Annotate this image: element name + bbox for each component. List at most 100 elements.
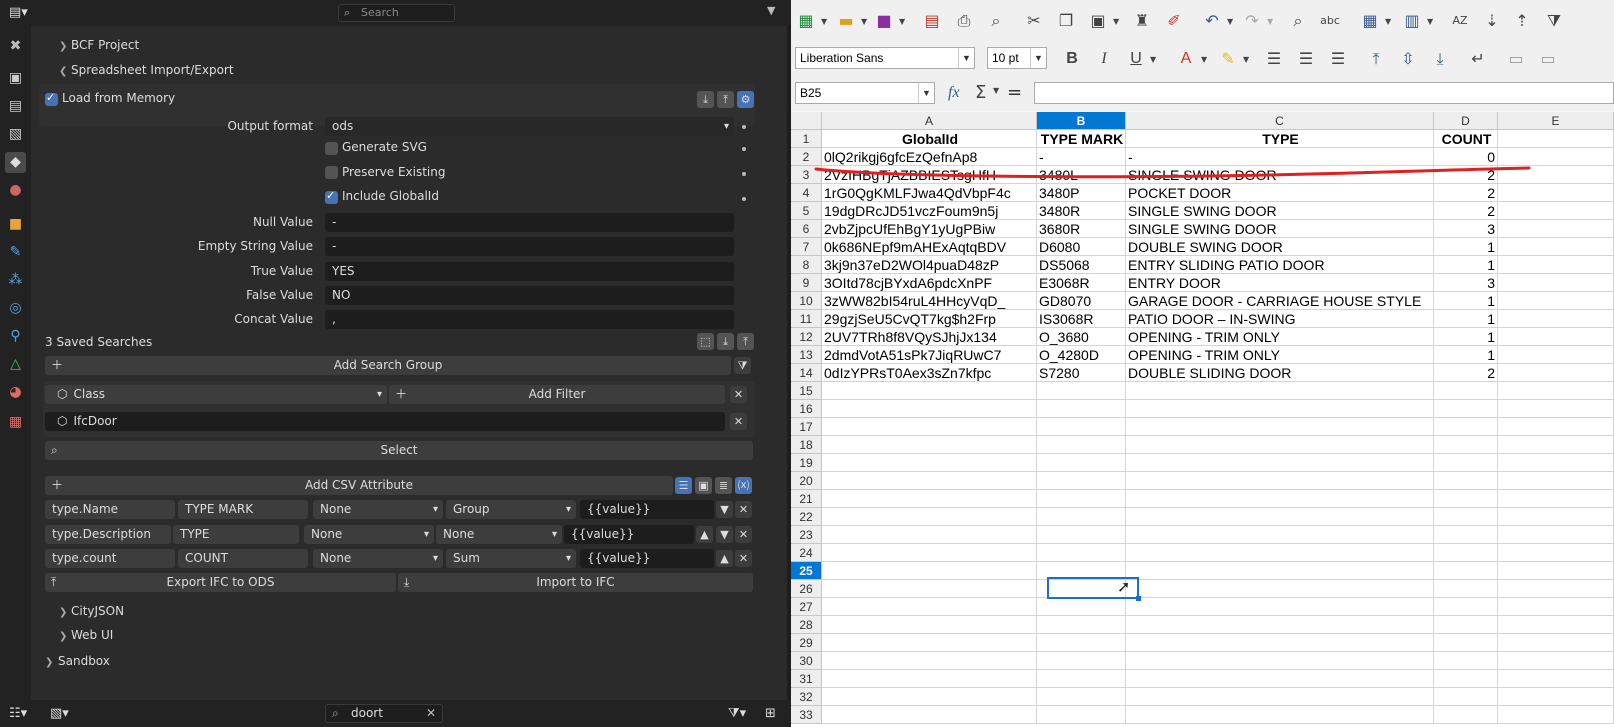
empty-cell[interactable] — [1498, 274, 1614, 292]
data-cell[interactable]: O_4280D — [1037, 346, 1126, 364]
unmerge-cells-icon[interactable]: ▭ — [1537, 48, 1559, 70]
bcf-project-header[interactable]: BCF Project — [71, 38, 139, 52]
empty-cell[interactable] — [1498, 166, 1614, 184]
chevron-right-icon[interactable]: ❯ — [45, 657, 53, 668]
empty-cell[interactable] — [1498, 328, 1614, 346]
empty-cell[interactable] — [822, 706, 1037, 724]
sort-icon[interactable]: AZ — [1449, 10, 1471, 32]
row-header[interactable]: 25 — [791, 562, 822, 580]
empty-cell[interactable] — [1126, 436, 1434, 454]
row-header[interactable]: 32 — [791, 688, 822, 706]
empty-cell[interactable] — [1434, 436, 1498, 454]
data-cell[interactable]: 19dgDRcJD51vczFoum9n5j — [822, 202, 1037, 220]
empty-cell[interactable] — [1037, 526, 1126, 544]
empty-cell[interactable] — [1434, 616, 1498, 634]
data-cell[interactable]: 2UV7TRh8f8VQySJhjJx134 — [822, 328, 1037, 346]
empty-string-input[interactable]: - — [325, 237, 734, 256]
align-top-icon[interactable]: ⤒ — [1365, 48, 1387, 70]
empty-cell[interactable] — [1037, 418, 1126, 436]
chevron-down-icon[interactable]: ▼ — [1227, 17, 1233, 26]
data-cell[interactable]: O_3680 — [1037, 328, 1126, 346]
csv-group-dropdown[interactable]: None ▾ — [436, 525, 562, 544]
empty-cell[interactable] — [1126, 652, 1434, 670]
add-search-group-button[interactable]: ＋ Add Search Group — [45, 356, 731, 375]
output-format-dropdown[interactable]: ods ▾ — [325, 117, 734, 136]
column-header-d[interactable]: D — [1434, 112, 1498, 130]
empty-cell[interactable] — [822, 526, 1037, 544]
close-icon[interactable]: ✕ — [735, 501, 752, 518]
spelling-icon[interactable]: abc — [1319, 10, 1341, 32]
empty-cell[interactable] — [1126, 490, 1434, 508]
function-wizard-icon[interactable]: fx — [948, 84, 960, 102]
empty-cell[interactable] — [1498, 706, 1614, 724]
sort-ascending-icon[interactable]: ⇣ — [1481, 10, 1503, 32]
header-cell[interactable]: COUNT — [1434, 130, 1498, 148]
empty-cell[interactable] — [1434, 382, 1498, 400]
header-cell[interactable]: TYPE — [1126, 130, 1434, 148]
data-cell[interactable]: 2 — [1434, 364, 1498, 382]
row-header[interactable]: 8 — [791, 256, 822, 274]
empty-cell[interactable] — [1434, 454, 1498, 472]
clone-formatting-icon[interactable]: ♜ — [1131, 10, 1153, 32]
empty-cell[interactable] — [822, 472, 1037, 490]
data-cell[interactable]: DS5068 — [1037, 256, 1126, 274]
empty-cell[interactable] — [1037, 508, 1126, 526]
empty-cell[interactable] — [822, 652, 1037, 670]
empty-cell[interactable] — [1434, 580, 1498, 598]
view-layer-tab-icon[interactable]: ▧ — [5, 124, 26, 145]
row-header[interactable]: 13 — [791, 346, 822, 364]
add-filter-button[interactable]: ＋ Add Filter — [389, 385, 725, 404]
empty-cell[interactable] — [1434, 544, 1498, 562]
row-header[interactable]: 18 — [791, 436, 822, 454]
data-cell[interactable]: 3kj9n37eD2WOl4puaD48zP — [822, 256, 1037, 274]
row-header[interactable]: 17 — [791, 418, 822, 436]
redo-icon[interactable]: ↷ — [1241, 10, 1263, 32]
row-header[interactable]: 33 — [791, 706, 822, 724]
upload-icon[interactable]: ⤒ — [737, 333, 754, 350]
spreadsheet-grid[interactable]: A B C D E 1 GlobalId TYPE MARK TYPE COUNT 2 0l… — [791, 112, 1614, 727]
paste-icon[interactable]: ▣ — [1087, 10, 1109, 32]
empty-cell[interactable] — [1434, 472, 1498, 490]
row-header[interactable]: 14 — [791, 364, 822, 382]
empty-cell[interactable] — [822, 436, 1037, 454]
formula-input[interactable] — [1034, 82, 1614, 104]
align-right-icon[interactable]: ☰ — [1327, 48, 1349, 70]
data-cell[interactable]: 3480P — [1037, 184, 1126, 202]
column-header-e[interactable]: E — [1498, 112, 1614, 130]
empty-cell[interactable] — [1126, 616, 1434, 634]
csv-attr-input[interactable]: type.Name — [45, 500, 175, 519]
physics-tab-icon[interactable]: ◎ — [5, 298, 26, 319]
sum-icon[interactable]: Σ — [975, 82, 986, 103]
new-spreadsheet-icon[interactable]: ▦ — [795, 10, 817, 32]
empty-cell[interactable] — [1126, 472, 1434, 490]
export-pdf-icon[interactable]: ▤ — [921, 10, 943, 32]
empty-cell[interactable] — [822, 400, 1037, 418]
empty-cell[interactable] — [1037, 580, 1126, 598]
row-header[interactable]: 9 — [791, 274, 822, 292]
chevron-down-icon[interactable]: ▼ — [1427, 17, 1433, 26]
data-cell[interactable]: ENTRY DOOR — [1126, 274, 1434, 292]
data-cell[interactable]: 0k686NEpf9mAHExAqtqBDV — [822, 238, 1037, 256]
csv-format-input[interactable]: {{value}} — [564, 525, 694, 544]
row-header[interactable]: 27 — [791, 598, 822, 616]
empty-cell[interactable] — [1498, 310, 1614, 328]
data-cell[interactable]: 0 — [1434, 148, 1498, 166]
save-icon[interactable]: ■ — [873, 10, 895, 32]
decorator-dot[interactable] — [742, 147, 746, 151]
data-cell[interactable]: ENTRY SLIDING PATIO DOOR — [1126, 256, 1434, 274]
data-cell[interactable]: 3zWW82bI54ruL4HHcyVqD_ — [822, 292, 1037, 310]
row-header[interactable]: 19 — [791, 454, 822, 472]
download-icon[interactable]: ⤓ — [697, 91, 714, 108]
empty-cell[interactable] — [1037, 652, 1126, 670]
align-left-icon[interactable]: ☰ — [1263, 48, 1285, 70]
header-cell[interactable]: GlobalId — [822, 130, 1037, 148]
csv-sort-dropdown[interactable]: None ▾ — [313, 500, 443, 519]
decorator-dot[interactable] — [742, 172, 746, 176]
data-cell[interactable]: IS3068R — [1037, 310, 1126, 328]
data-cell[interactable]: - — [1126, 148, 1434, 166]
csv-attr-input[interactable]: type.Description — [45, 525, 171, 544]
webui-header[interactable]: Web UI — [71, 628, 113, 642]
sort-descending-icon[interactable]: ⇡ — [1511, 10, 1533, 32]
select-all-corner[interactable] — [791, 112, 822, 130]
output-tab-icon[interactable]: ▤ — [5, 96, 26, 117]
